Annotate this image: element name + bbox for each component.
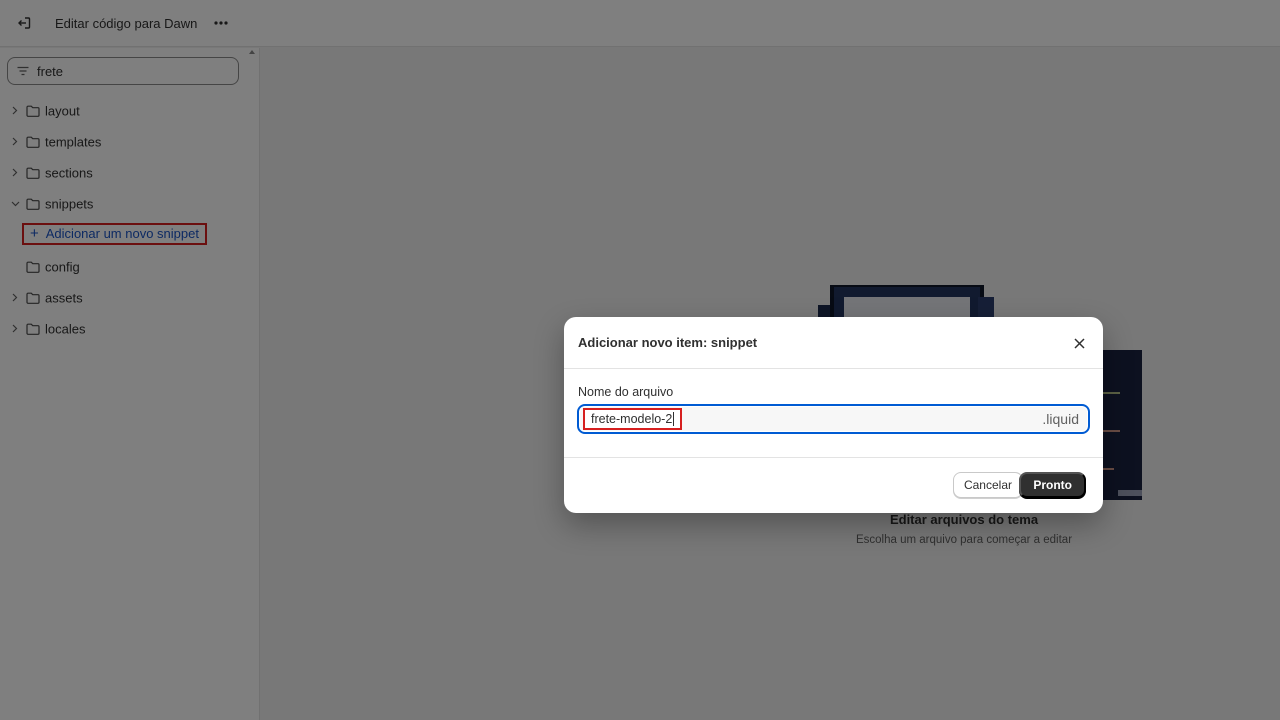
close-button[interactable] bbox=[1069, 333, 1089, 353]
file-extension-suffix: .liquid bbox=[1042, 411, 1079, 427]
close-icon bbox=[1073, 337, 1085, 349]
done-button[interactable]: Pronto bbox=[1019, 472, 1086, 498]
modal-header: Adicionar novo item: snippet bbox=[564, 317, 1103, 369]
file-name-input[interactable]: frete-modelo-2 .liquid bbox=[577, 404, 1090, 434]
file-name-label: Nome do arquivo bbox=[578, 385, 674, 399]
modal-footer: Cancelar Pronto bbox=[564, 457, 1103, 513]
cancel-button[interactable]: Cancelar bbox=[952, 472, 1023, 498]
file-name-value-highlight: frete-modelo-2 bbox=[583, 408, 683, 430]
modal-title: Adicionar novo item: snippet bbox=[578, 335, 758, 350]
text-caret bbox=[673, 412, 675, 426]
add-snippet-modal: Adicionar novo item: snippet Nome do arq… bbox=[564, 317, 1103, 513]
file-name-value: frete-modelo-2 bbox=[591, 412, 673, 426]
modal-body: Nome do arquivo frete-modelo-2 .liquid bbox=[564, 370, 1103, 457]
